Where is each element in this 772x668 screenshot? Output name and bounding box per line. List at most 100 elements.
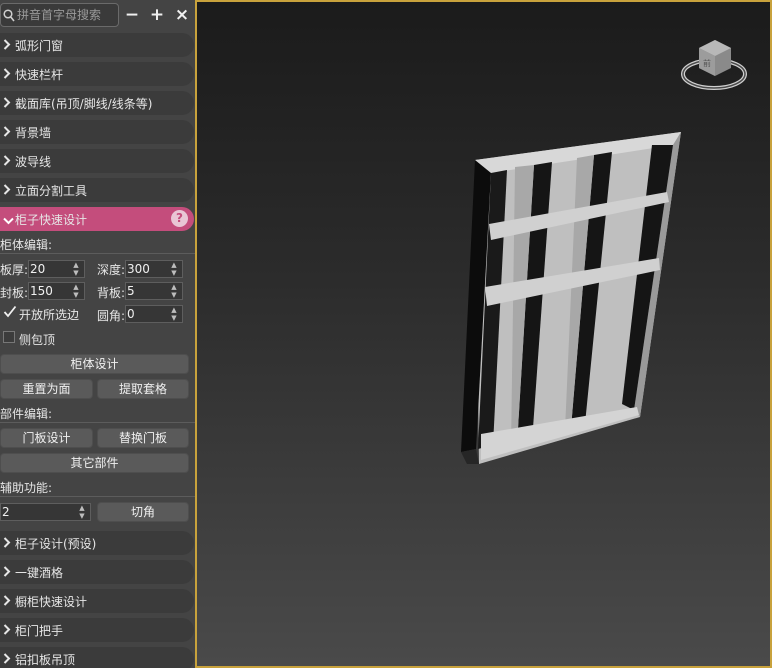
divider <box>0 496 195 497</box>
chevron-right-icon <box>3 184 11 198</box>
spin-up-icon[interactable]: ▲ <box>68 261 84 269</box>
depth-label: 深度: <box>97 263 126 277</box>
cabinet-design-button[interactable]: 柜体设计 <box>0 354 189 374</box>
other-parts-button[interactable]: 其它部件 <box>0 453 189 473</box>
divider <box>0 253 195 254</box>
replace-door-button[interactable]: 替换门板 <box>97 428 189 448</box>
tool-panel: − + × 弧形门窗 快速栏杆 截面库(吊顶/脚线/线条等) 背景墙 波导线 立… <box>0 0 195 668</box>
rollout-label: 波导线 <box>15 155 52 169</box>
assist-spinner[interactable]: ▲ ▼ <box>0 503 91 521</box>
rollout-elevation-split[interactable]: 立面分割工具 <box>0 178 194 202</box>
chevron-right-icon <box>3 653 11 667</box>
search-box[interactable] <box>0 3 119 27</box>
spinner-arrows[interactable]: ▲ ▼ <box>166 261 182 277</box>
scene-canvas: 前 <box>461 40 747 464</box>
rollout-label: 立面分割工具 <box>15 184 88 198</box>
rollout-label: 背景墙 <box>15 126 52 140</box>
rollout-aluminum-ceiling[interactable]: 铝扣板吊顶 <box>0 647 194 668</box>
chevron-right-icon <box>3 624 11 638</box>
back-input[interactable] <box>127 283 165 299</box>
spin-up-icon[interactable]: ▲ <box>166 261 182 269</box>
board-thickness-label: 板厚: <box>0 263 29 277</box>
rollout-door-handle[interactable]: 柜门把手 <box>0 618 194 642</box>
spin-up-icon[interactable]: ▲ <box>68 283 84 291</box>
rollout-wine-grid[interactable]: 一键酒格 <box>0 560 194 584</box>
spin-up-icon[interactable]: ▲ <box>166 283 182 291</box>
spinner-arrows[interactable]: ▲ ▼ <box>68 283 84 299</box>
board-thickness-spinner[interactable]: ▲ ▼ <box>28 260 85 278</box>
spinner-arrows[interactable]: ▲ ▼ <box>74 504 90 520</box>
assist-input[interactable] <box>2 504 72 520</box>
spin-up-icon[interactable]: ▲ <box>74 504 90 512</box>
viewcube-face-label: 前 <box>703 58 711 68</box>
chevron-right-icon <box>3 537 11 551</box>
rollout-cabinet-preset[interactable]: 柜子设计(预设) <box>0 531 194 555</box>
expand-all-button[interactable]: + <box>148 6 166 24</box>
door-design-button[interactable]: 门板设计 <box>0 428 93 448</box>
rollout-label: 柜子设计(预设) <box>15 537 97 551</box>
corner-input[interactable] <box>127 306 165 322</box>
3d-viewport[interactable]: 前 <box>195 0 772 668</box>
seal-input[interactable] <box>30 283 68 299</box>
spin-down-icon[interactable]: ▼ <box>74 512 90 520</box>
rollout-label: 弧形门窗 <box>15 39 64 53</box>
rollout-kitchen-cabinet[interactable]: 橱柜快速设计 <box>0 589 194 613</box>
cabinet-edit-title: 柜体编辑: <box>0 238 53 252</box>
chevron-right-icon <box>3 566 11 580</box>
chevron-down-icon <box>3 214 14 228</box>
seal-spinner[interactable]: ▲ ▼ <box>28 282 85 300</box>
help-icon[interactable]: ? <box>171 210 188 227</box>
spin-down-icon[interactable]: ▼ <box>166 291 182 299</box>
spin-down-icon[interactable]: ▼ <box>68 269 84 277</box>
rollout-label: 一键酒格 <box>15 566 64 580</box>
rollout-label: 柜门把手 <box>15 624 64 638</box>
rollout-quick-railing[interactable]: 快速栏杆 <box>0 62 194 86</box>
rollout-arc-door-window[interactable]: 弧形门窗 <box>0 33 194 57</box>
rollout-feature-wall[interactable]: 背景墙 <box>0 120 194 144</box>
rollout-section-library[interactable]: 截面库(吊顶/脚线/线条等) <box>0 91 194 115</box>
corner-spinner[interactable]: ▲ ▼ <box>125 305 183 323</box>
corner-label: 圆角: <box>97 309 126 323</box>
spinner-arrows[interactable]: ▲ ▼ <box>68 261 84 277</box>
side-top-checkbox[interactable] <box>3 331 15 343</box>
rollout-label: 快速栏杆 <box>15 68 64 82</box>
rollout-label: 截面库(吊顶/脚线/线条等) <box>15 97 153 111</box>
back-spinner[interactable]: ▲ ▼ <box>125 282 183 300</box>
spin-down-icon[interactable]: ▼ <box>166 314 182 322</box>
open-selected-checkbox[interactable] <box>3 305 17 319</box>
back-label: 背板: <box>97 286 126 300</box>
spin-down-icon[interactable]: ▼ <box>68 291 84 299</box>
rollout-label: 柜子快速设计 <box>15 213 88 227</box>
spin-up-icon[interactable]: ▲ <box>166 306 182 314</box>
rollout-cabinet-quick-design[interactable]: 柜子快速设计 ? <box>0 207 194 231</box>
close-button[interactable]: × <box>173 6 191 24</box>
chevron-right-icon <box>3 155 11 169</box>
open-selected-label[interactable]: 开放所选边 <box>19 306 79 323</box>
side-top-label[interactable]: 侧包顶 <box>19 331 55 348</box>
search-row: − + × <box>0 3 195 29</box>
extract-grid-button[interactable]: 提取套格 <box>97 379 189 399</box>
depth-input[interactable] <box>127 261 165 277</box>
rollout-label: 橱柜快速设计 <box>15 595 88 609</box>
depth-spinner[interactable]: ▲ ▼ <box>125 260 183 278</box>
spinner-arrows[interactable]: ▲ ▼ <box>166 306 182 322</box>
chevron-right-icon <box>3 97 11 111</box>
divider <box>0 422 195 423</box>
chevron-right-icon <box>3 126 11 140</box>
collapse-all-button[interactable]: − <box>123 6 141 24</box>
chevron-right-icon <box>3 595 11 609</box>
chevron-right-icon <box>3 39 11 53</box>
rollout-label: 铝扣板吊顶 <box>15 653 76 667</box>
spin-down-icon[interactable]: ▼ <box>166 269 182 277</box>
assist-title: 辅助功能: <box>0 481 53 495</box>
cabinet-model[interactable] <box>461 132 681 464</box>
spinner-arrows[interactable]: ▲ ▼ <box>166 283 182 299</box>
rollout-waveguide-line[interactable]: 波导线 <box>0 149 194 173</box>
parts-edit-title: 部件编辑: <box>0 407 53 421</box>
viewcube[interactable]: 前 <box>681 40 747 90</box>
board-thickness-input[interactable] <box>30 261 68 277</box>
reset-to-face-button[interactable]: 重置为面 <box>0 379 93 399</box>
chevron-right-icon <box>3 68 11 82</box>
search-input[interactable] <box>17 6 115 24</box>
chamfer-button[interactable]: 切角 <box>97 502 189 522</box>
